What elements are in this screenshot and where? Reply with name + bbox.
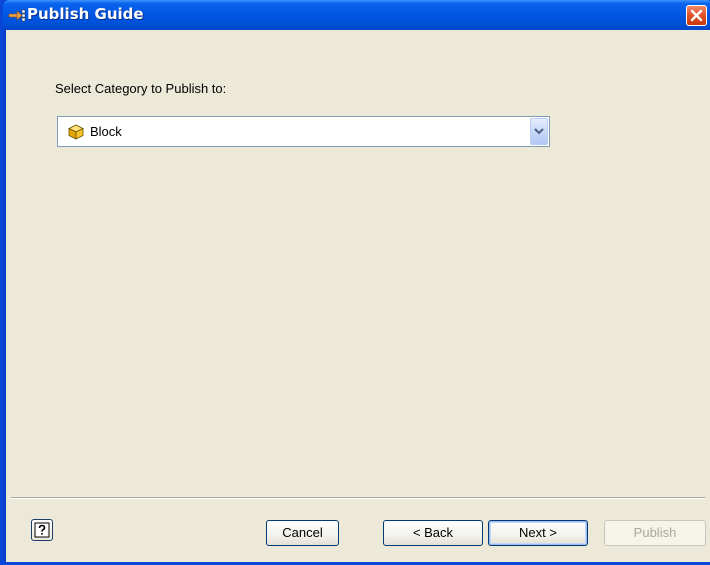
help-icon xyxy=(34,522,50,538)
footer-divider xyxy=(11,497,705,499)
close-icon xyxy=(690,9,703,22)
chevron-down-icon xyxy=(534,128,544,135)
next-button[interactable]: Next > xyxy=(488,520,588,546)
dropdown-button[interactable] xyxy=(530,118,548,145)
block-cube-icon xyxy=(68,124,84,140)
category-label: Select Category to Publish to: xyxy=(55,81,227,96)
close-button[interactable] xyxy=(686,5,707,26)
dialog-window: Publish Guide Select Category to Publish… xyxy=(0,0,710,565)
cancel-button[interactable]: Cancel xyxy=(266,520,339,546)
back-button[interactable]: < Back xyxy=(383,520,483,546)
category-select-value: Block xyxy=(90,124,122,139)
title-bar[interactable]: Publish Guide xyxy=(3,0,710,30)
category-select[interactable]: Block xyxy=(57,116,550,147)
help-button[interactable] xyxy=(31,519,53,541)
publish-button[interactable]: Publish xyxy=(604,520,706,546)
window-title: Publish Guide xyxy=(27,5,144,23)
dialog-body: Select Category to Publish to: Block Can… xyxy=(6,30,710,562)
publish-guide-app-icon xyxy=(8,8,26,22)
